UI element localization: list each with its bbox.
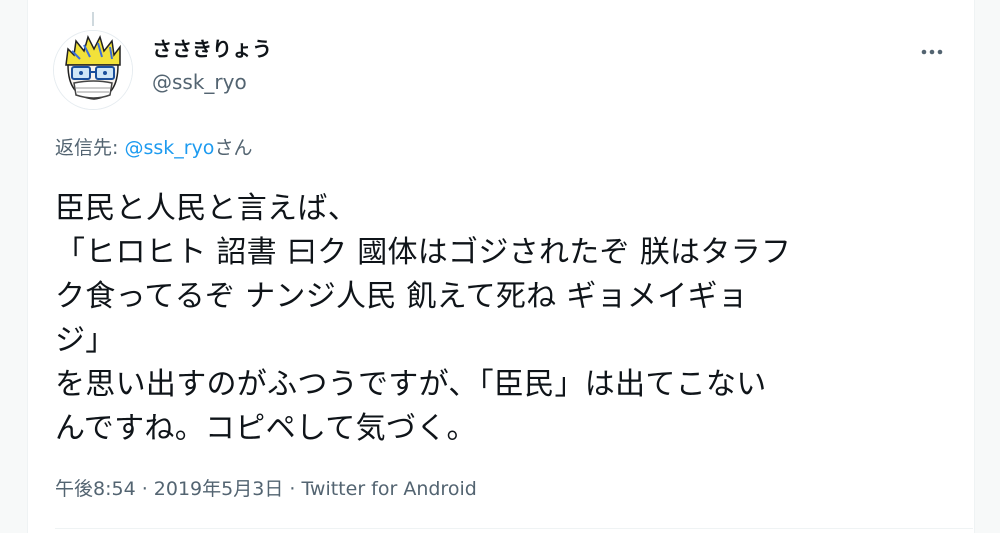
- display-name[interactable]: ささきりょう: [152, 37, 272, 61]
- tweet-time[interactable]: 午後8:54: [55, 478, 136, 500]
- more-horizontal-icon: [921, 49, 943, 55]
- reply-suffix: さん: [214, 137, 253, 159]
- reply-mention-link[interactable]: @ssk_ryo: [124, 137, 214, 159]
- divider: [55, 528, 973, 529]
- reply-prefix: 返信先:: [55, 137, 125, 159]
- meta-separator: ·: [283, 478, 302, 500]
- tweet-date[interactable]: 2019年5月3日: [154, 478, 284, 500]
- tweet-text: 臣民と人民と言えば、 「ヒロヒト 詔書 曰ク 國体はゴジされたぞ 朕はタラフ ク…: [55, 191, 792, 446]
- tweet-metadata: 午後8:54 · 2019年5月3日 · Twitter for Android: [55, 477, 477, 501]
- avatar[interactable]: [53, 30, 133, 110]
- reply-context: 返信先: @ssk_ryoさん: [55, 136, 252, 160]
- avatar-illustration-icon: [54, 31, 132, 109]
- meta-separator: ·: [135, 478, 154, 500]
- tweet-source: Twitter for Android: [301, 478, 477, 500]
- user-handle[interactable]: @ssk_ryo: [152, 70, 247, 94]
- thread-connector-line: [92, 12, 94, 26]
- more-options-button[interactable]: [914, 40, 950, 64]
